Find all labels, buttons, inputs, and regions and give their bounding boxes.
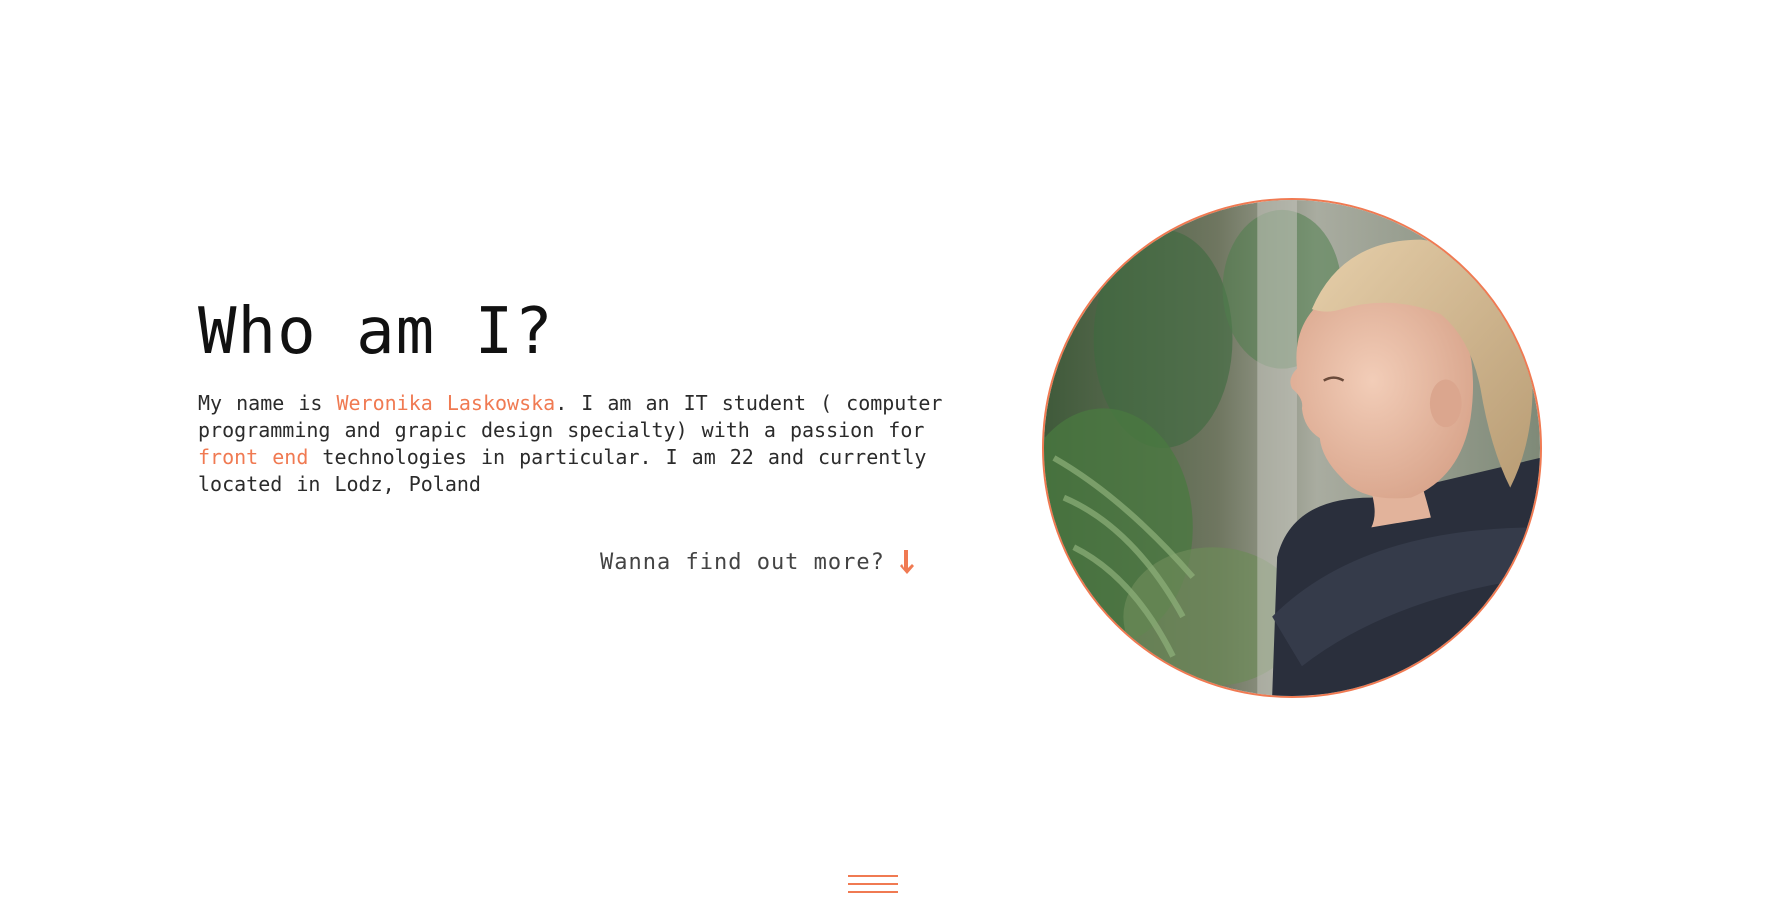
bio-text-3: technologies in particular. I am 22 and … (198, 445, 927, 496)
find-out-more-label: Wanna find out more? (600, 549, 885, 575)
bio-text-1: My name is (198, 391, 337, 415)
menu-line (848, 891, 898, 893)
bio-paragraph: My name is Weronika Laskowska. I am an I… (198, 390, 958, 498)
menu-line (848, 875, 898, 877)
find-out-more-link[interactable]: Wanna find out more? (600, 548, 917, 576)
menu-line (848, 883, 898, 885)
arrow-down-icon (899, 548, 917, 576)
profile-photo-illustration (1044, 200, 1540, 696)
about-section: Who am I? My name is Weronika Laskowska.… (198, 290, 958, 498)
bio-highlight: front end (198, 445, 309, 469)
bio-name: Weronika Laskowska (336, 391, 556, 415)
hamburger-menu-icon[interactable] (848, 875, 898, 901)
profile-photo (1042, 198, 1542, 698)
page-title: Who am I? (198, 295, 554, 369)
